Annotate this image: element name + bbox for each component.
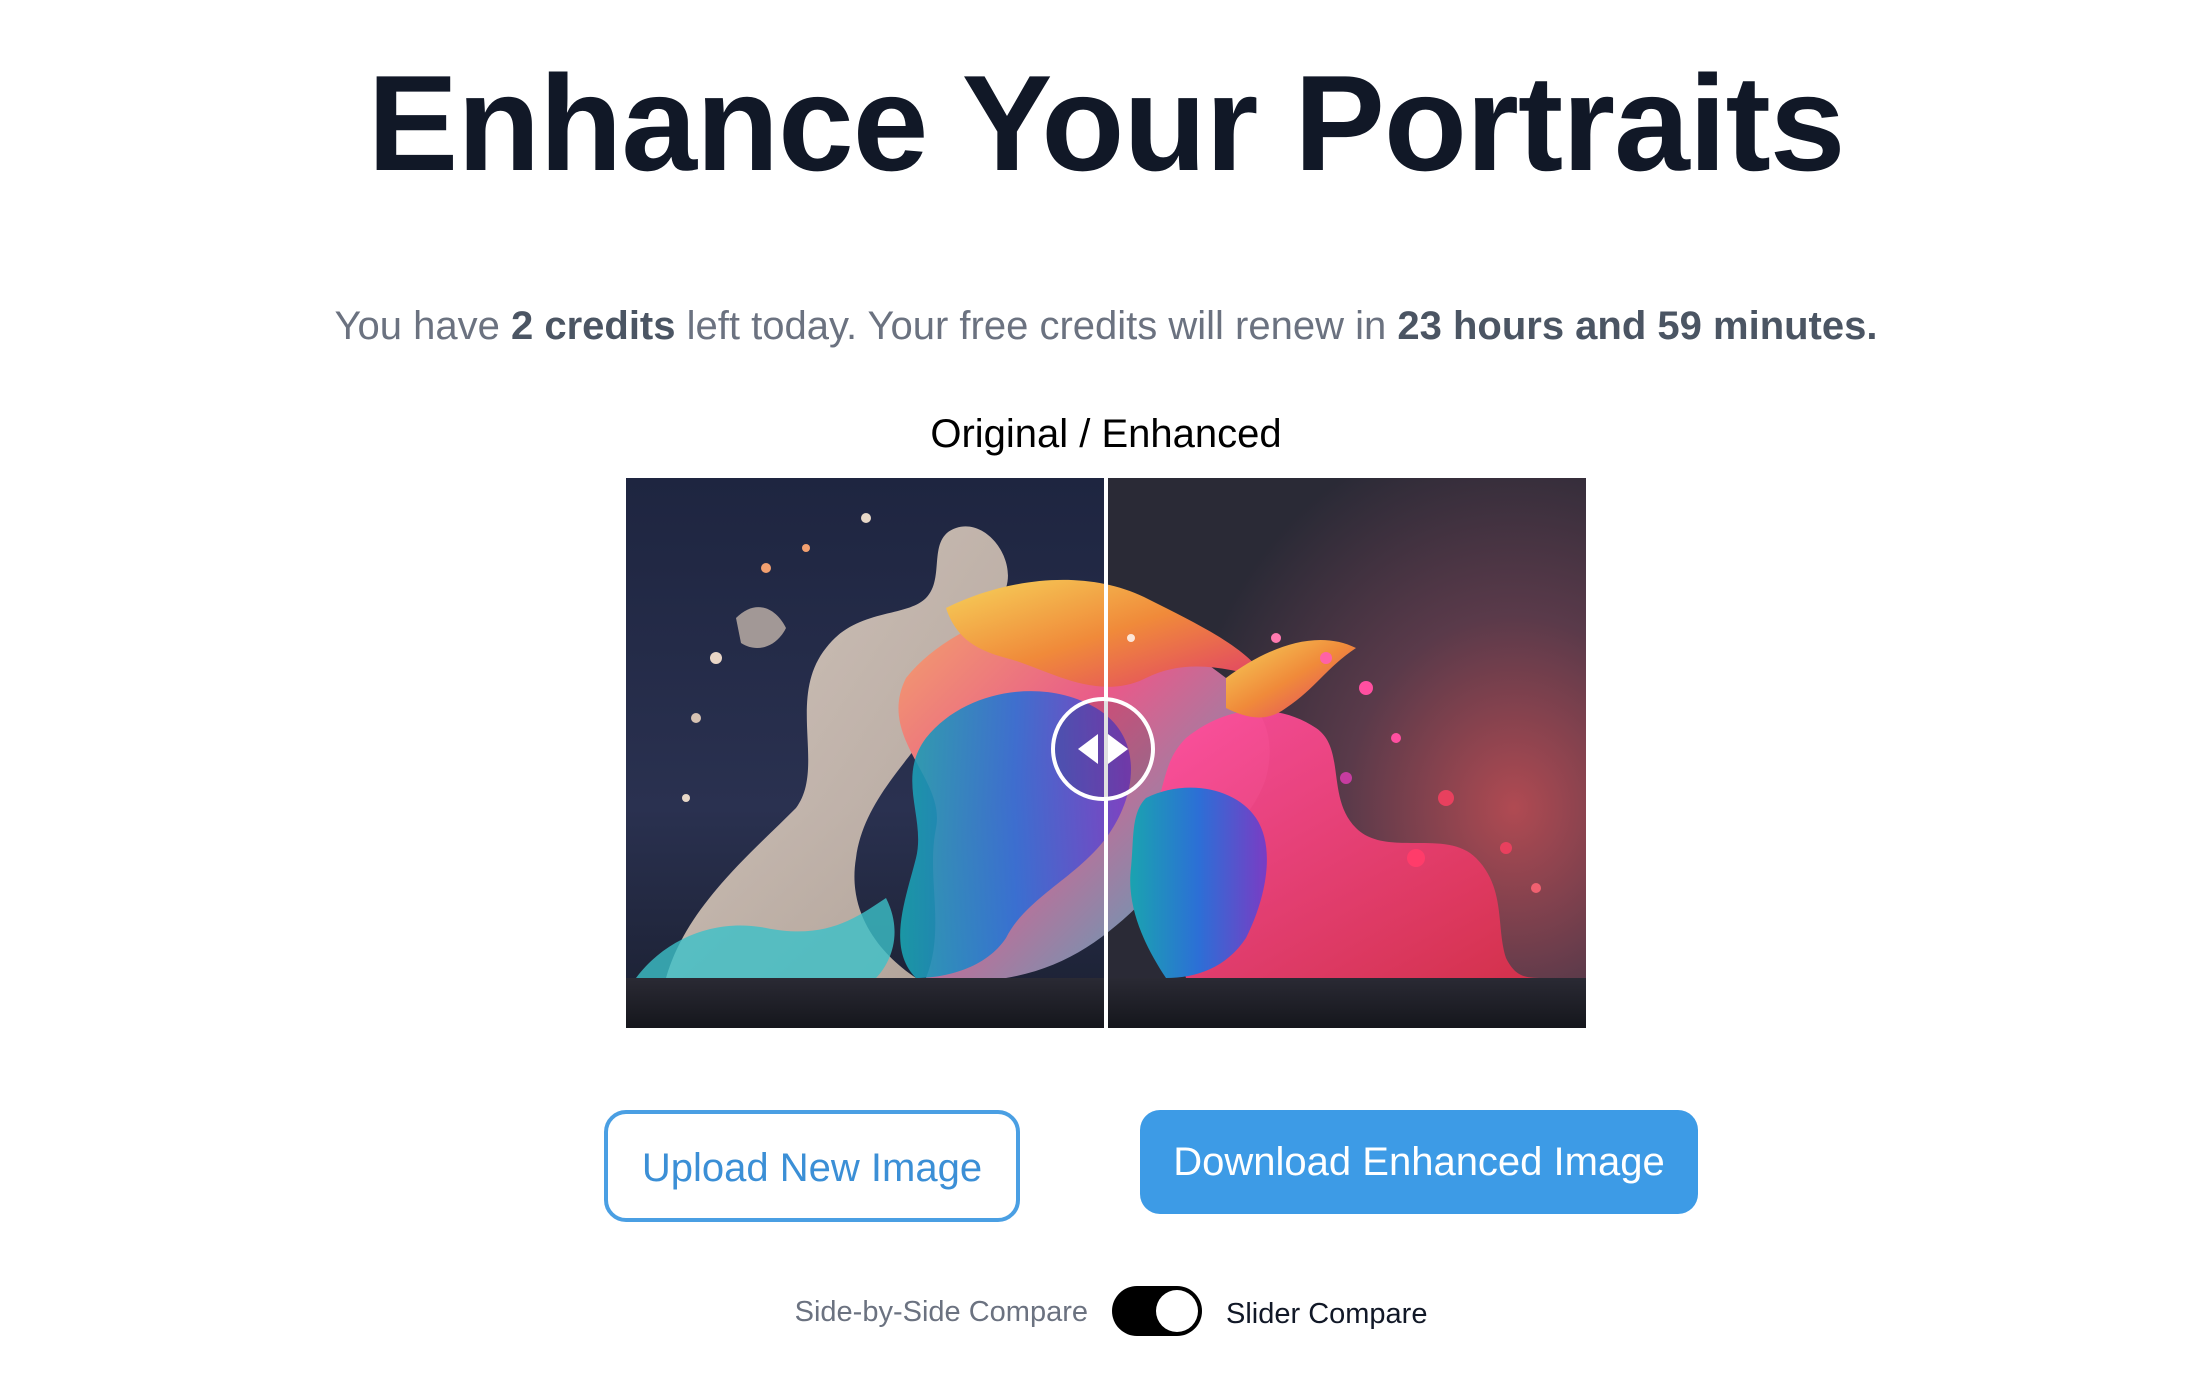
credits-renew-time: 23 hours and 59 minutes. <box>1397 304 1878 348</box>
compare-mode-toggle-row: Side-by-Side Compare Slider Compare <box>0 1286 2212 1338</box>
page: Enhance Your Portraits You have 2 credit… <box>0 0 2212 1374</box>
side-by-side-label[interactable]: Side-by-Side Compare <box>795 1292 1088 1332</box>
arrow-left-icon <box>1078 734 1098 764</box>
credits-count: 2 credits <box>510 304 676 348</box>
compare-label: Original / Enhanced <box>930 412 1282 456</box>
compare-mode-toggle[interactable] <box>1112 1286 1202 1336</box>
toggle-knob <box>1156 1290 1198 1332</box>
credits-middle: left today. Your free credits will renew… <box>675 304 1398 348</box>
slider-handle[interactable] <box>1051 697 1155 801</box>
comparison-viewer[interactable] <box>626 478 1586 1028</box>
page-title: Enhance Your Portraits <box>367 47 1846 199</box>
credits-info: You have 2 credits left today. Your free… <box>0 300 2212 352</box>
download-enhanced-image-button[interactable]: Download Enhanced Image <box>1140 1110 1698 1214</box>
arrow-right-icon <box>1108 734 1128 764</box>
credits-prefix: You have <box>334 304 511 348</box>
slider-compare-label[interactable]: Slider Compare <box>1226 1294 1427 1334</box>
upload-new-image-button[interactable]: Upload New Image <box>604 1110 1020 1222</box>
